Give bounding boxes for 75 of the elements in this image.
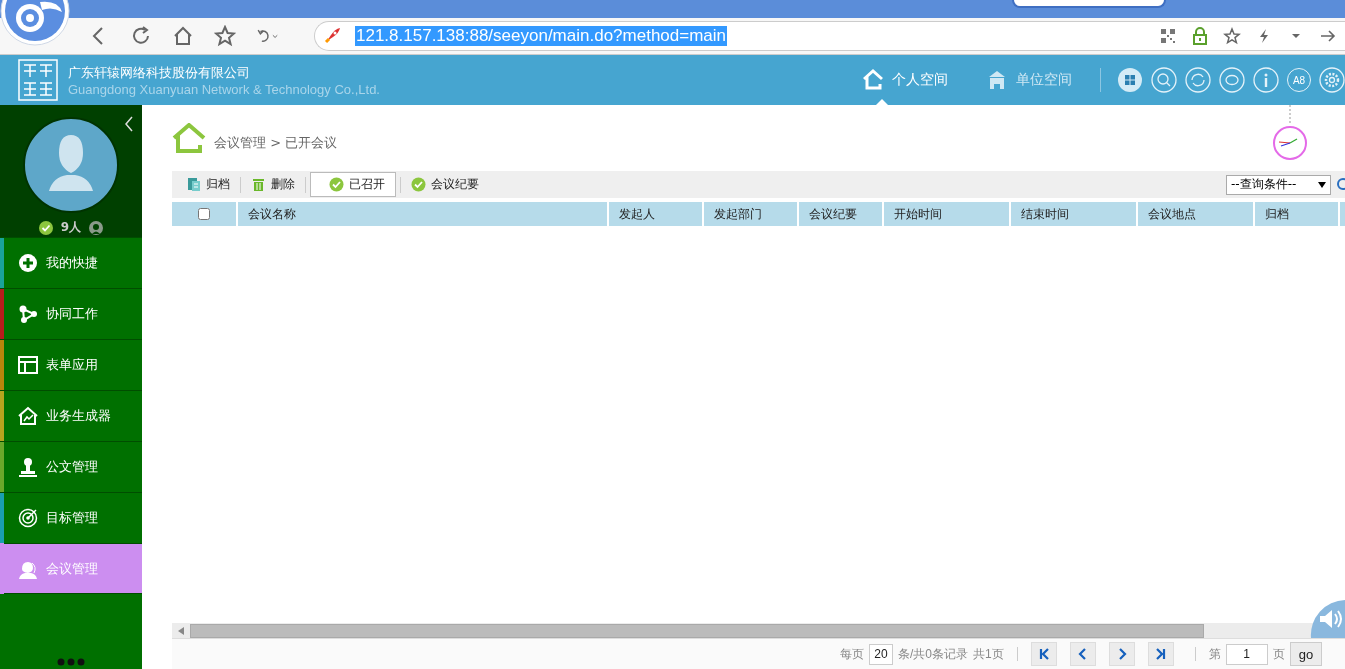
menu-item[interactable]: 我的快捷 — [0, 237, 142, 288]
rocket-icon — [323, 27, 341, 45]
online-check-icon — [38, 220, 53, 235]
person-icon[interactable] — [89, 220, 104, 235]
column-header[interactable]: 结束时间 — [1011, 202, 1138, 226]
column-header[interactable]: 会议名称 — [238, 202, 609, 226]
search-icon[interactable] — [1151, 67, 1177, 93]
record-count: 条/共0条记录 — [898, 645, 968, 663]
column-header[interactable]: 开始时间 — [884, 202, 1011, 226]
page-label: 第 — [1208, 645, 1221, 663]
next-page-button[interactable] — [1108, 642, 1135, 666]
avatar-icon — [23, 117, 119, 213]
previous-page-button[interactable] — [1069, 642, 1096, 666]
select-all-checkbox[interactable] — [198, 208, 210, 220]
page-number-field[interactable]: 1 — [1225, 643, 1268, 665]
stamp-icon — [18, 457, 38, 477]
last-page-icon — [1155, 648, 1166, 660]
first-page-icon — [1038, 648, 1049, 660]
home-icon — [860, 67, 886, 93]
home-icon[interactable] — [172, 25, 194, 47]
menu-item[interactable]: 表单应用 — [0, 339, 142, 390]
toolbar-button[interactable]: 会议纪要 — [405, 172, 485, 197]
more-icon[interactable] — [57, 658, 85, 666]
collapse-icon[interactable] — [124, 115, 134, 133]
toolbar-button[interactable]: 已召开 — [310, 172, 396, 197]
scrollbar-thumb[interactable] — [190, 623, 1204, 638]
add-icon — [18, 253, 38, 273]
page-unit: 页 — [1272, 645, 1285, 663]
grid-icon[interactable] — [1117, 67, 1143, 93]
column-header[interactable]: 会议地点 — [1138, 202, 1255, 226]
caret-icon — [1318, 181, 1326, 188]
settings-icon[interactable] — [1319, 67, 1345, 93]
menu-item[interactable]: 协同工作 — [0, 288, 142, 339]
info-icon[interactable] — [1253, 67, 1279, 93]
toolbar-button[interactable]: 删除 — [245, 172, 301, 197]
go-button[interactable]: go — [1289, 642, 1323, 666]
refresh-icon[interactable] — [130, 25, 152, 47]
total-pages: 共1页 — [973, 645, 1004, 663]
company-name: 广东轩辕网络科技股份有限公司 — [68, 63, 251, 82]
qr-code-icon[interactable] — [1159, 27, 1177, 45]
column-header[interactable]: 发起部门 — [704, 202, 799, 226]
online-count: 9人 — [60, 219, 82, 236]
breadcrumb: 会议管理 > 已开会议 — [214, 134, 338, 152]
target-icon — [18, 508, 38, 528]
column-header[interactable]: 发起人 — [609, 202, 704, 226]
chart-house-icon — [18, 406, 38, 426]
lock-icon[interactable] — [1191, 27, 1209, 45]
check-icon — [329, 177, 344, 192]
previous-page-icon — [1077, 648, 1088, 660]
refresh-icon[interactable] — [1185, 67, 1211, 93]
share-icon — [18, 304, 38, 324]
per-page-label: 每页 — [840, 645, 864, 663]
toolbar-button[interactable]: 归档 — [180, 172, 236, 197]
last-page-button[interactable] — [1147, 642, 1174, 666]
company-name-english: Guangdong Xuanyuan Network & Technology Co.,Ltd. — [68, 81, 380, 97]
menu-item[interactable]: 公文管理 — [0, 441, 142, 492]
column-header[interactable]: 会议纪要 — [799, 202, 884, 226]
url-text: 121.8.157.138:88/seeyon/main.do?method=main — [355, 26, 728, 46]
trash-icon — [251, 177, 266, 192]
star-icon[interactable] — [214, 25, 236, 47]
table-icon — [18, 355, 38, 375]
scroll-left-icon[interactable] — [178, 626, 184, 635]
menu-item[interactable]: 业务生成器 — [0, 390, 142, 441]
query-dropdown[interactable]: --查询条件-- — [1226, 174, 1331, 195]
per-page-field[interactable]: 20 — [869, 643, 893, 665]
next-page-icon — [1116, 648, 1127, 660]
star-icon[interactable] — [1223, 27, 1241, 45]
logo-icon — [18, 59, 58, 101]
first-page-button[interactable] — [1030, 642, 1057, 666]
column-header[interactable]: 归档 — [1255, 202, 1340, 226]
menu-item[interactable]: 目标管理 — [0, 492, 142, 543]
clock-icon — [1270, 105, 1310, 163]
archive-icon — [186, 177, 201, 192]
search-icon[interactable] — [1335, 177, 1345, 192]
check-icon — [411, 177, 426, 192]
